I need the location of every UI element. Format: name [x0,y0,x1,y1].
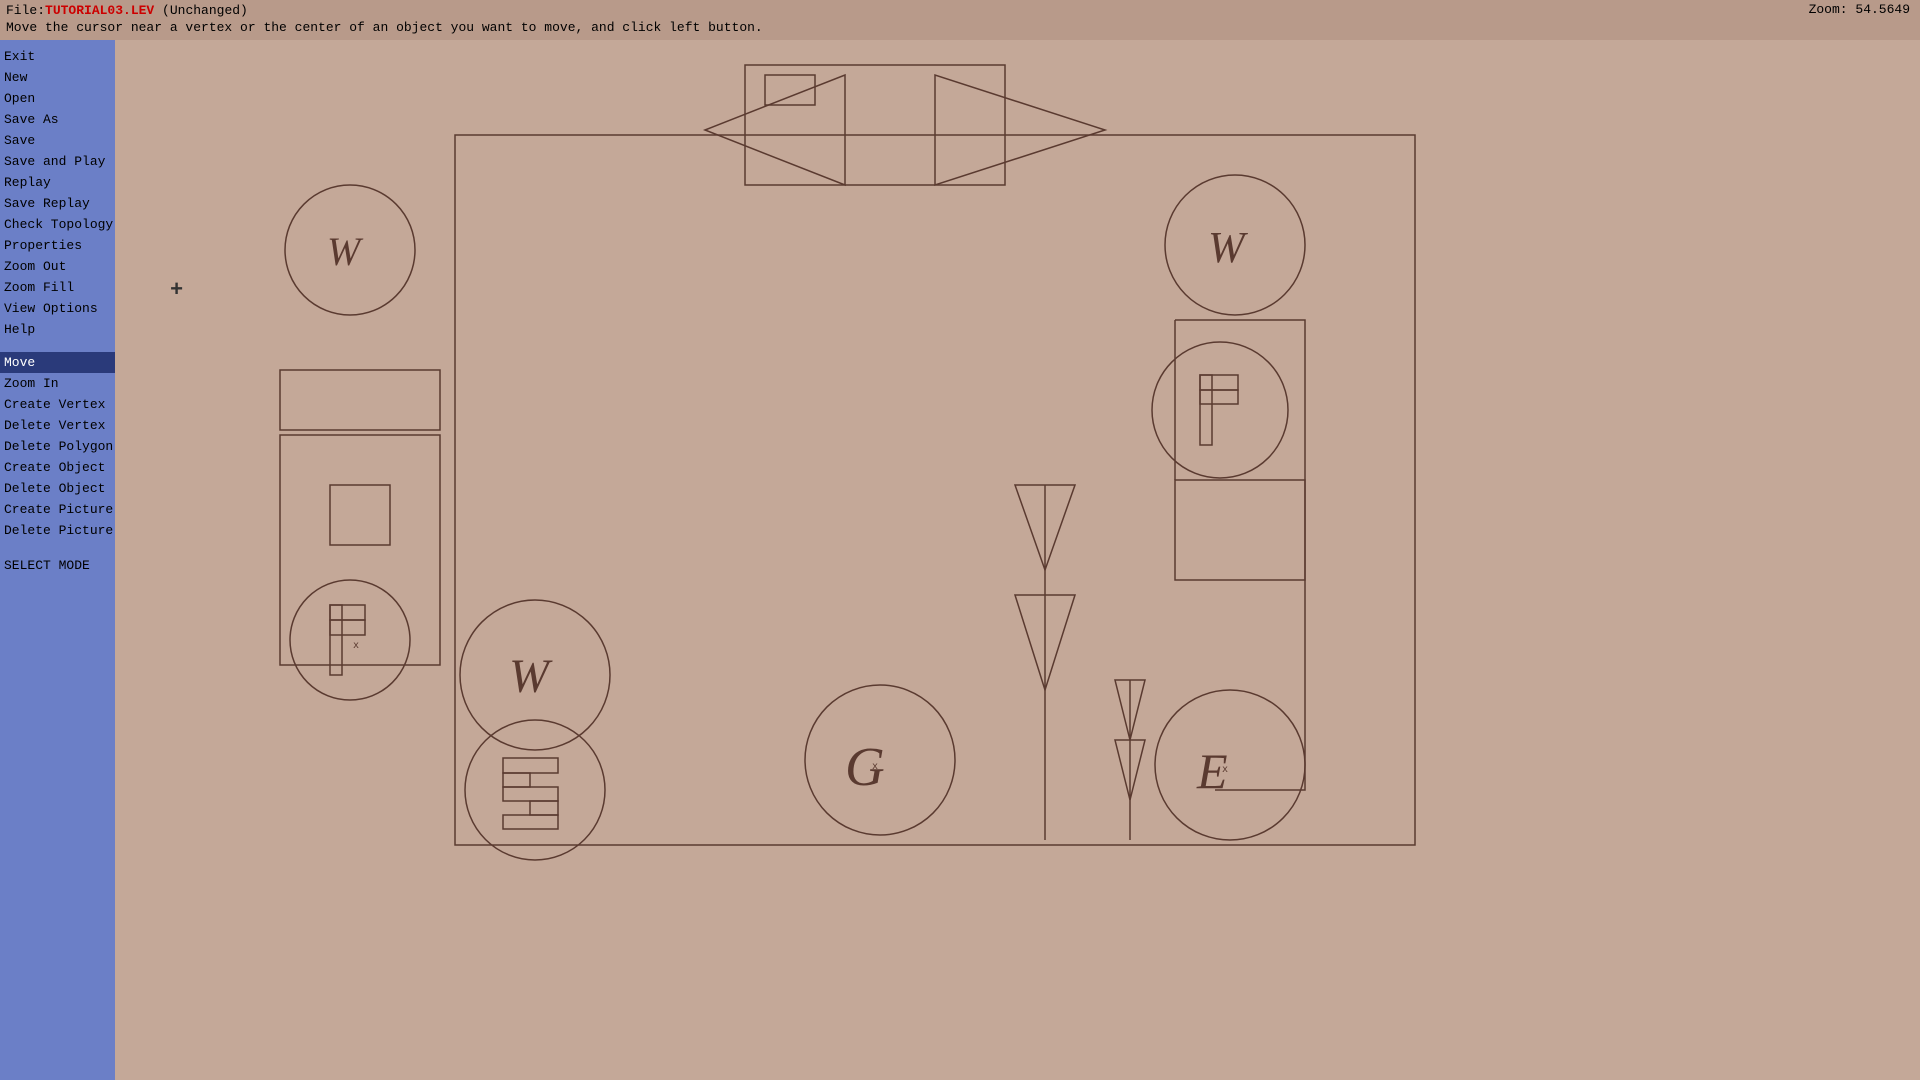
tool-move[interactable]: Move [0,352,115,373]
zoom-display: Zoom: 54.5649 [1809,2,1910,17]
svg-text:x: x [872,761,878,772]
menu-check-topology[interactable]: Check Topology [0,214,115,235]
menu-view-options[interactable]: View Options [0,298,115,319]
svg-text:W: W [327,229,364,274]
tool-create-vertex[interactable]: Create Vertex [0,394,115,415]
zoom-label: Zoom: [1809,2,1848,17]
tool-delete-picture[interactable]: Delete Picture [0,520,115,541]
svg-text:x: x [353,640,359,651]
file-title: File:TUTORIAL03.LEV (Unchanged) [6,2,248,20]
svg-text:W: W [509,650,553,703]
menu-new[interactable]: New [0,67,115,88]
level-svg: .geo { fill: none; stroke: #5a3a30; stro… [115,40,1920,1080]
top-bar: File:TUTORIAL03.LEV (Unchanged) Move the… [0,0,1920,40]
tool-delete-polygon[interactable]: Delete Polygon [0,436,115,457]
menu-save[interactable]: Save [0,130,115,151]
select-mode-label: SELECT MODE [0,555,115,576]
menu-open[interactable]: Open [0,88,115,109]
file-status: (Unchanged) [162,3,248,18]
status-message: Move the cursor near a vertex or the cen… [6,20,763,35]
menu-save-replay[interactable]: Save Replay [0,193,115,214]
menu-zoom-out[interactable]: Zoom Out [0,256,115,277]
filename: TUTORIAL03.LEV [45,3,154,18]
tool-delete-object[interactable]: Delete Object [0,478,115,499]
svg-text:W: W [1208,223,1248,272]
file-prefix: File: [6,3,45,18]
menu-save-and-play[interactable]: Save and Play [0,151,115,172]
canvas-area[interactable]: + .geo { fill: none; stroke: #5a3a30; st… [115,40,1920,1080]
tool-create-object[interactable]: Create Object [0,457,115,478]
zoom-value: 54.5649 [1855,2,1910,17]
svg-text:x: x [1222,764,1228,775]
menu-replay[interactable]: Replay [0,172,115,193]
svg-text:G: G [845,736,885,797]
menu-help[interactable]: Help [0,319,115,340]
sidebar: Exit New Open Save As Save Save and Play… [0,40,115,1080]
tool-zoom-in[interactable]: Zoom In [0,373,115,394]
menu-zoom-fill[interactable]: Zoom Fill [0,277,115,298]
tool-create-picture[interactable]: Create Picture [0,499,115,520]
menu-properties[interactable]: Properties [0,235,115,256]
menu-exit[interactable]: Exit [0,46,115,67]
menu-save-as[interactable]: Save As [0,109,115,130]
tool-delete-vertex[interactable]: Delete Vertex [0,415,115,436]
